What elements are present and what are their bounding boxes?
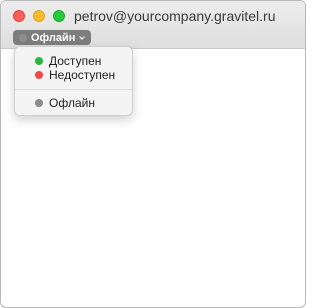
menu-item-label: Доступен — [49, 54, 102, 68]
window-title: petrov@yourcompany.gravitel.ru — [74, 8, 276, 24]
status-menu: Доступен Недоступен Офлайн — [14, 46, 133, 116]
menu-separator — [15, 89, 132, 90]
status-dot-icon — [35, 99, 43, 107]
close-window-button[interactable] — [13, 10, 25, 22]
title-bar: petrov@yourcompany.gravitel.ru Офлайн — [1, 1, 305, 49]
app-window: petrov@yourcompany.gravitel.ru Офлайн До… — [0, 0, 306, 308]
minimize-window-button[interactable] — [33, 10, 45, 22]
menu-item-label: Недоступен — [49, 68, 116, 82]
zoom-window-button[interactable] — [53, 10, 65, 22]
status-dot-icon — [19, 33, 27, 42]
chevron-down-icon — [79, 35, 86, 40]
status-label: Офлайн — [31, 31, 76, 44]
menu-item-label: Офлайн — [49, 96, 95, 110]
status-menu-item-offline[interactable]: Офлайн — [15, 95, 132, 111]
status-menu-item-unavailable[interactable]: Недоступен — [15, 67, 132, 83]
status-dropdown-button[interactable]: Офлайн — [13, 30, 92, 45]
status-dot-icon — [35, 71, 43, 79]
status-dot-icon — [35, 57, 43, 65]
